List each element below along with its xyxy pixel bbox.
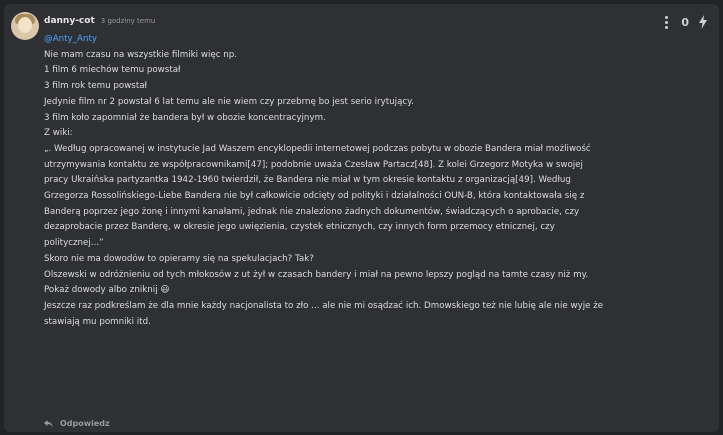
- lightning-icon[interactable]: [699, 15, 707, 29]
- comment-line: Jedynie film nr 2 powstał 6 lat temu ale…: [44, 96, 414, 107]
- comment-line: Grzegorza Rossolińskiego-Liebe Bandera n…: [44, 191, 585, 202]
- comment-line: Z wiki:: [44, 128, 73, 139]
- reply-label: Odpowiedz: [60, 419, 110, 428]
- comment-line: Olszewski w odróżnieniu od tych młokosów…: [44, 269, 589, 280]
- comment-line: „. Według opracowanej w instytucie Jad W…: [44, 143, 591, 154]
- avatar[interactable]: [11, 12, 39, 40]
- comment-header: danny-cot 3 godziny temu: [44, 16, 155, 26]
- vote-count: 0: [681, 15, 689, 29]
- comment-line: Banderą poprzez jego żonę i innymi kanał…: [44, 206, 580, 217]
- avatar-face: [18, 17, 32, 33]
- comment-card: danny-cot 3 godziny temu 0 @Anty_Anty Nie…: [4, 4, 719, 432]
- comment-line: pracy Ukraińska partyzantka 1942-1960 tw…: [44, 175, 571, 186]
- comment-line: dezaprobacie przez Banderę, w okresie je…: [44, 222, 555, 233]
- more-vertical-icon[interactable]: [662, 15, 671, 29]
- comment-line: Jeszcze raz podkreślam że dla mnie każdy…: [44, 300, 604, 311]
- reply-arrow-icon: [44, 419, 53, 427]
- comment-line: politycznej...”: [44, 238, 104, 249]
- comment-line: utrzymywania kontaktu ze współpracownika…: [44, 159, 583, 170]
- timestamp: 3 godziny temu: [100, 17, 156, 25]
- comment-line: stawiają mu pomniki itd.: [44, 316, 151, 327]
- comment-line: Skoro nie ma dowodów to opieramy się na …: [44, 253, 314, 264]
- reply-button[interactable]: Odpowiedz: [44, 419, 110, 428]
- comment-line: 3 film rok temu powstał: [44, 81, 148, 92]
- comment-line: Nie mam czasu na wszystkie filmiki więc …: [44, 49, 238, 60]
- username[interactable]: danny-cot: [44, 16, 95, 26]
- comment-line: 1 film 6 miechów temu powstał: [44, 65, 181, 76]
- comment-line: 3 film koło zapomniał że bandera był w o…: [44, 112, 326, 123]
- comment-actions: 0: [662, 14, 707, 30]
- mention-link[interactable]: @Anty_Anty: [44, 32, 709, 48]
- comment-body: @Anty_Anty Nie mam czasu na wszystkie fi…: [44, 32, 709, 330]
- comment-line: Pokaż dowody albo zniknij 😃: [44, 285, 170, 296]
